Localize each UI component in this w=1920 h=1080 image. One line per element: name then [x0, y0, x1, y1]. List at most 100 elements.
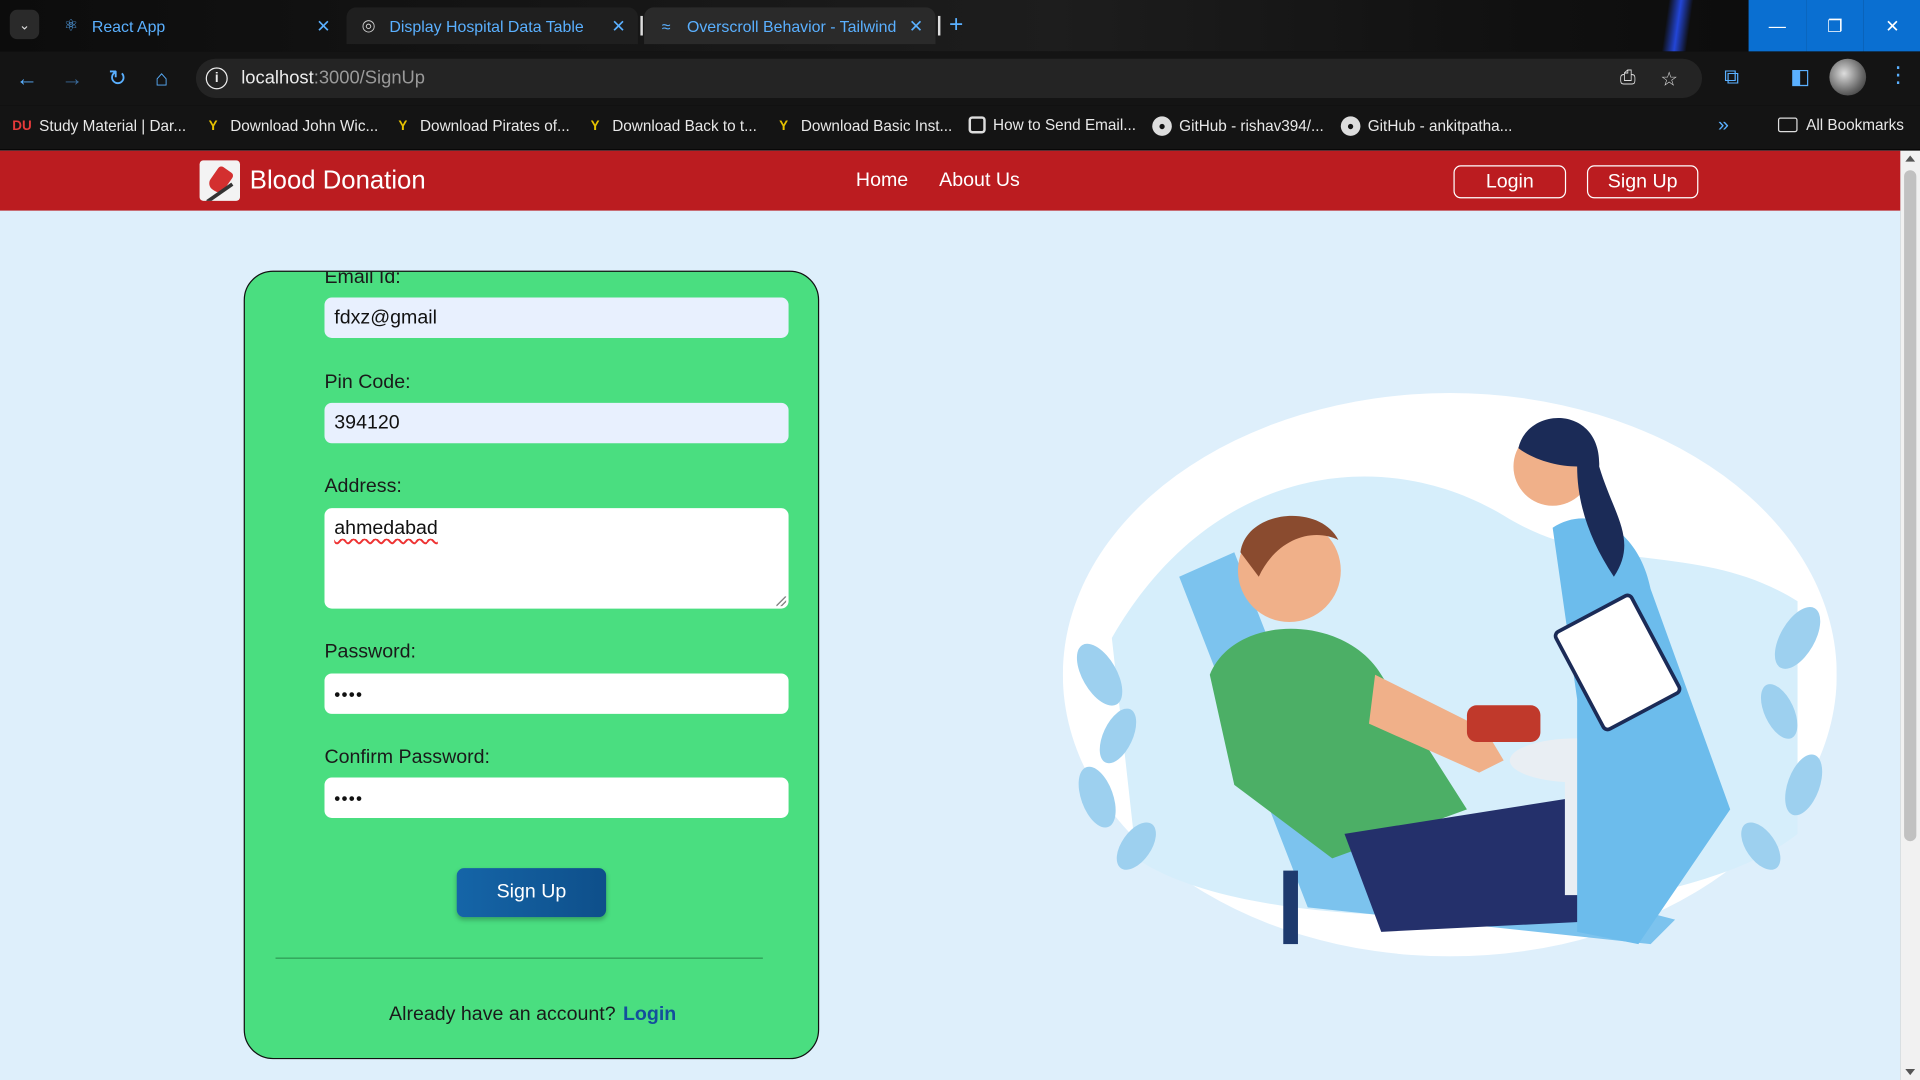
tailwind-icon: ≈: [661, 16, 671, 35]
already-text: Already have an account?: [389, 1004, 616, 1025]
side-panel-icon[interactable]: ◧: [1790, 65, 1810, 89]
bookmark-label: Download Basic Inst...: [800, 117, 953, 135]
url-host: localhost: [241, 67, 314, 89]
scrollbar-thumb[interactable]: [1904, 170, 1917, 842]
address-label: Address:: [324, 476, 402, 498]
bookmark-label: GitHub - rishav394/...: [1179, 117, 1324, 135]
password-field[interactable]: ••••: [324, 673, 789, 714]
bookmark-label: Download John Wic...: [230, 117, 379, 135]
brand-name: Blood Donation: [249, 165, 426, 195]
confirm-password-field[interactable]: ••••: [324, 777, 789, 818]
close-icon[interactable]: ✕: [316, 15, 330, 36]
tab-search-button[interactable]: ⌄: [9, 9, 40, 40]
signup-submit-button[interactable]: Sign Up: [456, 868, 607, 918]
yify-icon: Y: [398, 118, 408, 134]
url-path: :3000/SignUp: [313, 67, 426, 89]
forward-arrow-icon[interactable]: →: [58, 64, 87, 93]
install-app-icon[interactable]: ⎙: [1620, 67, 1636, 89]
new-tab-icon[interactable]: +: [949, 12, 963, 36]
email-value: fdxz@gmail: [334, 306, 437, 328]
scroll-up-icon[interactable]: [1905, 155, 1916, 162]
profile-avatar[interactable]: [1829, 58, 1867, 96]
tab-title: Overscroll Behavior - Tailwind C: [686, 16, 900, 35]
chatgpt-icon: ◎: [361, 15, 376, 35]
address-bar[interactable]: i localhost:3000/SignUp ⎙ ☆: [195, 58, 1703, 98]
resize-handle[interactable]: [776, 596, 787, 607]
restore-button[interactable]: ❐: [1806, 0, 1864, 52]
site-navbar: Blood Donation Home About Us Login Sign …: [0, 150, 1901, 211]
tab-separator: [937, 15, 941, 36]
address-textarea[interactable]: ahmedabad: [324, 508, 789, 609]
bookmark-item[interactable]: DU Study Material | Dar...: [12, 116, 186, 136]
home-icon[interactable]: ⌂: [147, 64, 176, 93]
nav-link-home[interactable]: Home: [856, 170, 908, 192]
browser-tab-hospital-table[interactable]: ◎ Display Hospital Data Table ✕: [346, 7, 638, 45]
github-icon: ●: [1152, 116, 1172, 136]
bookmark-item[interactable]: How to Send Email...: [968, 116, 1136, 134]
reload-icon[interactable]: ↻: [103, 64, 132, 93]
blood-bag: [1466, 705, 1541, 743]
scroll-down-icon[interactable]: [1905, 1068, 1916, 1076]
page-icon: [968, 116, 986, 134]
bookmark-label: GitHub - ankitpatha...: [1367, 117, 1513, 135]
web-page: Blood Donation Home About Us Login Sign …: [0, 150, 1901, 1080]
github-icon: ●: [1340, 116, 1361, 136]
nav-link-about-us[interactable]: About Us: [939, 170, 1020, 192]
folder-icon: [1777, 117, 1798, 133]
tab-title: React App: [91, 16, 166, 35]
browser-tab-tailwind[interactable]: ≈ Overscroll Behavior - Tailwind C ✕: [644, 7, 936, 45]
page-scrollbar[interactable]: [1900, 150, 1920, 1080]
password-value: ••••: [334, 683, 364, 704]
tab-title: Display Hospital Data Table: [389, 16, 584, 35]
bookmark-star-icon[interactable]: ☆: [1660, 67, 1678, 91]
bookmark-label: Download Back to t...: [612, 117, 757, 135]
brand[interactable]: Blood Donation: [199, 160, 426, 201]
signup-nav-button[interactable]: Sign Up: [1586, 165, 1699, 199]
blood-donation-illustration: [1062, 393, 1837, 957]
bookmark-item[interactable]: ● GitHub - rishav394/...: [1152, 116, 1324, 136]
minimize-button[interactable]: —: [1748, 0, 1807, 52]
back-arrow-icon[interactable]: ←: [12, 64, 41, 93]
bookmark-item[interactable]: Y Download John Wic...: [203, 116, 379, 136]
bookmark-item[interactable]: ● GitHub - ankitpatha...: [1340, 116, 1513, 136]
bookmark-item[interactable]: Y Download Back to t...: [585, 116, 757, 136]
confirm-password-label: Confirm Password:: [324, 746, 490, 768]
wallpaper-streak: [1661, 0, 1694, 52]
all-bookmarks-label: All Bookmarks: [1806, 116, 1904, 134]
all-bookmarks-button[interactable]: All Bookmarks: [1777, 116, 1904, 134]
browser-toolbar: ← → ↻ ⌂ i localhost:3000/SignUp ⎙ ☆ ⧉ ◧ …: [0, 51, 1920, 106]
bookmark-label: How to Send Email...: [993, 116, 1136, 134]
close-icon[interactable]: ✕: [909, 15, 923, 36]
bookmarks-bar: DU Study Material | Dar... Y Download John…: [0, 105, 1920, 150]
password-label: Password:: [324, 641, 416, 663]
react-icon: ⚛: [63, 15, 79, 35]
close-icon[interactable]: ✕: [611, 15, 625, 36]
chair-leg: [1283, 870, 1298, 945]
pin-code-label: Pin Code:: [324, 372, 411, 394]
divider: [275, 957, 763, 959]
browser-tab-bar: ⌄ ⚛ React App ✕ ◎ Display Hospital Data …: [0, 0, 1920, 52]
blood-bag-logo-icon: [199, 160, 241, 201]
login-prompt: Already have an account? Login: [245, 1004, 818, 1026]
pin-code-field[interactable]: 394120: [324, 402, 789, 444]
email-label: Email Id:: [324, 270, 401, 288]
yify-icon: Y: [590, 118, 600, 134]
browser-menu-icon[interactable]: ⋮: [1887, 62, 1909, 88]
bookmark-item[interactable]: Y Download Basic Inst...: [774, 116, 952, 136]
close-window-button[interactable]: ✕: [1863, 0, 1920, 52]
bookmark-item[interactable]: Y Download Pirates of...: [393, 116, 569, 136]
address-value: ahmedabad: [334, 517, 438, 539]
more-bookmarks-icon[interactable]: »: [1718, 115, 1729, 137]
extensions-icon[interactable]: ⧉: [1724, 65, 1739, 89]
login-button[interactable]: Login: [1453, 165, 1567, 199]
email-field[interactable]: fdxz@gmail: [324, 297, 789, 338]
yify-icon: Y: [779, 118, 789, 134]
browser-tab-react-app[interactable]: ⚛ React App ✕: [49, 7, 343, 44]
bookmark-label: Study Material | Dar...: [39, 117, 187, 135]
signup-form-card: Email Id: fdxz@gmail Pin Code: 394120 Ad…: [243, 270, 820, 1060]
login-link[interactable]: Login: [623, 1004, 676, 1025]
url-text[interactable]: localhost:3000/SignUp: [241, 67, 425, 88]
site-info-icon[interactable]: i: [205, 67, 228, 90]
yify-icon: Y: [208, 118, 218, 134]
tab-separator: [640, 15, 643, 36]
